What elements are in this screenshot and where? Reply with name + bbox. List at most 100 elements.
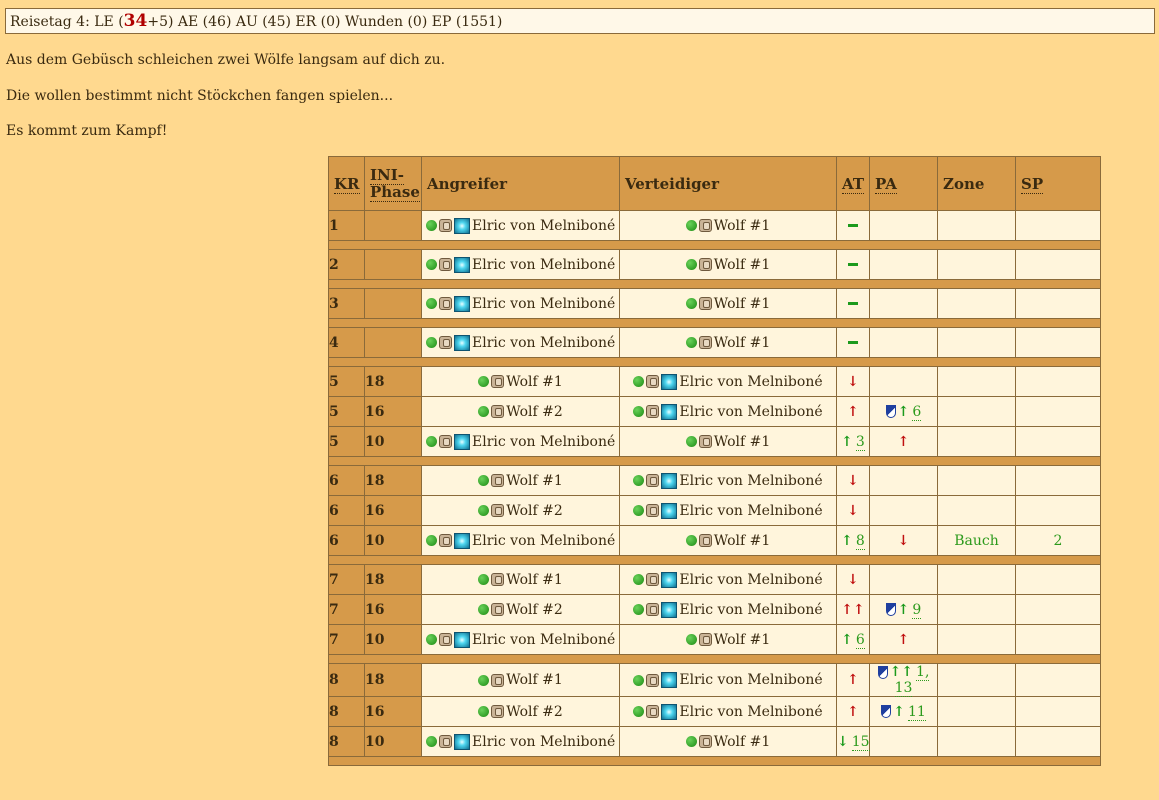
- attacker-name[interactable]: Wolf #2: [506, 602, 563, 618]
- defender-name[interactable]: Wolf #1: [714, 335, 771, 351]
- zone-cell: [937, 288, 1016, 319]
- kr-cell: 6: [328, 525, 365, 556]
- roll-value[interactable]: 11: [907, 703, 926, 721]
- roll-value[interactable]: 8: [855, 532, 865, 550]
- defender-name[interactable]: Wolf #1: [714, 632, 771, 648]
- roll-value[interactable]: 9: [912, 601, 922, 619]
- attacker-cell: Wolf #2: [421, 396, 620, 427]
- ini-cell: 16: [364, 495, 422, 526]
- defender-name[interactable]: Wolf #1: [714, 296, 771, 312]
- attacker-name[interactable]: Elric von Melniboné: [472, 734, 615, 750]
- backpack-icon[interactable]: [439, 297, 452, 310]
- roll-value[interactable]: 6: [912, 403, 922, 421]
- defender-name[interactable]: Wolf #1: [714, 734, 771, 750]
- green-ball-icon: [633, 674, 645, 686]
- magic-burst-icon[interactable]: [661, 502, 678, 519]
- magic-burst-icon[interactable]: [454, 532, 470, 549]
- attacker-name[interactable]: Wolf #2: [506, 404, 563, 420]
- backpack-icon[interactable]: [698, 336, 712, 349]
- attacker-name[interactable]: Elric von Melniboné: [472, 533, 615, 549]
- backpack-icon[interactable]: [646, 405, 660, 418]
- backpack-icon[interactable]: [698, 297, 712, 310]
- backpack-icon[interactable]: [491, 504, 505, 517]
- attacker-name[interactable]: Elric von Melniboné: [472, 257, 615, 273]
- arrow-down-red-icon: ↓: [847, 502, 859, 519]
- backpack-icon[interactable]: [491, 474, 505, 487]
- magic-burst-icon[interactable]: [661, 703, 678, 720]
- backpack-icon[interactable]: [491, 405, 505, 418]
- backpack-icon[interactable]: [439, 336, 452, 349]
- backpack-icon[interactable]: [439, 735, 452, 748]
- defender-name[interactable]: Elric von Melniboné: [679, 704, 822, 720]
- attacker-name[interactable]: Wolf #1: [506, 572, 563, 588]
- magic-burst-icon[interactable]: [661, 672, 678, 688]
- roll-value[interactable]: 3: [855, 433, 865, 451]
- backpack-icon[interactable]: [491, 573, 505, 586]
- backpack-icon[interactable]: [646, 573, 660, 586]
- backpack-icon[interactable]: [439, 435, 452, 448]
- defender-name[interactable]: Wolf #1: [714, 218, 771, 234]
- defender-name[interactable]: Elric von Melniboné: [679, 572, 822, 588]
- defender-name[interactable]: Wolf #1: [714, 434, 771, 450]
- magic-burst-icon[interactable]: [661, 571, 678, 588]
- backpack-icon[interactable]: [439, 534, 452, 547]
- backpack-icon[interactable]: [491, 705, 505, 718]
- table-row: 5 18 Wolf #1 Elric von Melniboné ↓: [328, 366, 1101, 397]
- attacker-name[interactable]: Wolf #2: [506, 503, 563, 519]
- attacker-name[interactable]: Elric von Melniboné: [472, 632, 615, 648]
- backpack-icon[interactable]: [646, 504, 660, 517]
- defender-name[interactable]: Elric von Melniboné: [679, 374, 822, 390]
- defender-name[interactable]: Wolf #1: [714, 533, 771, 549]
- backpack-icon[interactable]: [439, 258, 452, 271]
- backpack-icon[interactable]: [698, 435, 712, 448]
- defender-name[interactable]: Elric von Melniboné: [679, 672, 822, 688]
- roll-value[interactable]: 6: [855, 631, 865, 649]
- defender-name[interactable]: Elric von Melniboné: [679, 602, 822, 618]
- backpack-icon[interactable]: [698, 735, 712, 748]
- backpack-icon[interactable]: [698, 633, 712, 646]
- backpack-icon[interactable]: [698, 534, 712, 547]
- round-separator: [328, 555, 1101, 565]
- backpack-icon[interactable]: [491, 673, 505, 687]
- table-row: 8 10 Elric von Melniboné Wolf #1 ↓ 15: [328, 726, 1101, 757]
- magic-burst-icon[interactable]: [454, 433, 470, 450]
- attacker-name[interactable]: Elric von Melniboné: [472, 335, 615, 351]
- magic-burst-icon[interactable]: [454, 256, 470, 273]
- backpack-icon[interactable]: [698, 258, 712, 271]
- magic-burst-icon[interactable]: [661, 601, 678, 618]
- magic-burst-icon[interactable]: [454, 217, 470, 234]
- attacker-name[interactable]: Wolf #1: [506, 374, 563, 390]
- attacker-name[interactable]: Wolf #1: [506, 473, 563, 489]
- backpack-icon[interactable]: [646, 375, 660, 388]
- defender-name[interactable]: Elric von Melniboné: [679, 404, 822, 420]
- magic-burst-icon[interactable]: [661, 373, 678, 390]
- magic-burst-icon[interactable]: [661, 472, 678, 489]
- arrow-up-red-icon: ↑: [841, 601, 853, 618]
- magic-burst-icon[interactable]: [454, 334, 470, 351]
- roll-value[interactable]: 15: [851, 733, 870, 751]
- attacker-name[interactable]: Wolf #1: [506, 672, 563, 688]
- kr-cell: 3: [328, 288, 365, 319]
- magic-burst-icon[interactable]: [454, 295, 470, 312]
- pa-cell: [869, 249, 938, 280]
- backpack-icon[interactable]: [646, 673, 660, 687]
- attacker-name[interactable]: Elric von Melniboné: [472, 296, 615, 312]
- at-cell: ↑ 8: [836, 525, 870, 556]
- defender-name[interactable]: Elric von Melniboné: [679, 503, 822, 519]
- backpack-icon[interactable]: [491, 603, 505, 616]
- magic-burst-icon[interactable]: [661, 403, 678, 420]
- backpack-icon[interactable]: [646, 603, 660, 616]
- defender-name[interactable]: Wolf #1: [714, 257, 771, 273]
- backpack-icon[interactable]: [646, 474, 660, 487]
- magic-burst-icon[interactable]: [454, 733, 470, 750]
- backpack-icon[interactable]: [698, 219, 712, 232]
- attacker-name[interactable]: Elric von Melniboné: [472, 434, 615, 450]
- attacker-name[interactable]: Wolf #2: [506, 704, 563, 720]
- defender-name[interactable]: Elric von Melniboné: [679, 473, 822, 489]
- attacker-name[interactable]: Elric von Melniboné: [472, 218, 615, 234]
- magic-burst-icon[interactable]: [454, 631, 470, 648]
- backpack-icon[interactable]: [491, 375, 505, 388]
- backpack-icon[interactable]: [439, 633, 452, 646]
- backpack-icon[interactable]: [646, 705, 660, 718]
- backpack-icon[interactable]: [439, 219, 452, 232]
